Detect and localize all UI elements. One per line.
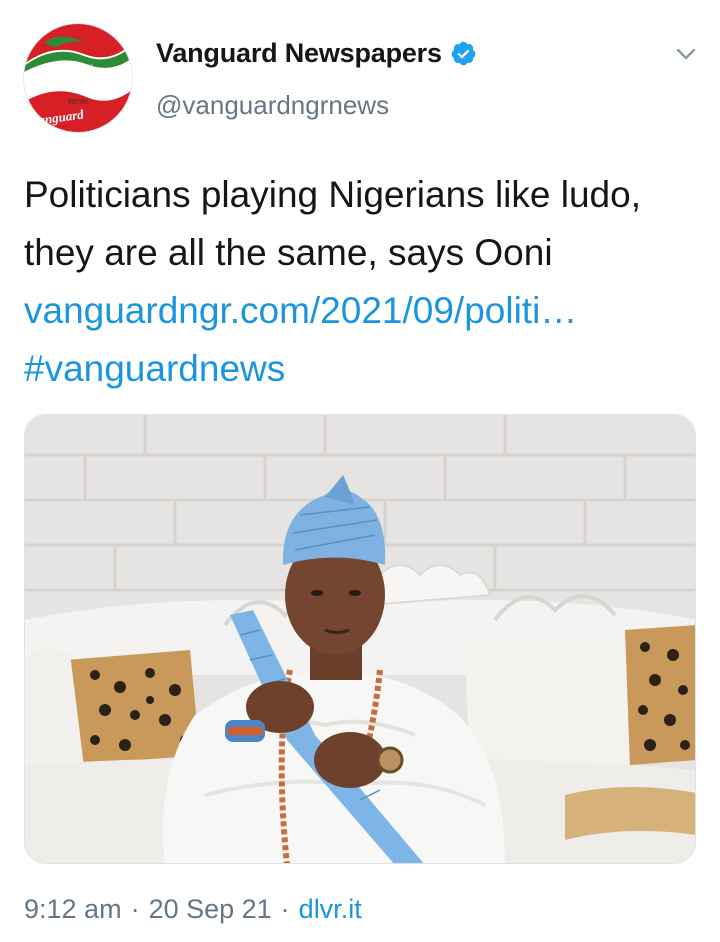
tweet-time[interactable]: 9:12 am <box>24 894 122 925</box>
avatar-image: HAPPY INDEPENDENCE DAY FROM Vanguard <box>24 24 132 132</box>
tweet-source-link[interactable]: dlvr.it <box>299 894 362 925</box>
display-name[interactable]: Vanguard Newspapers <box>156 38 442 69</box>
avatar-line-day: DAY <box>69 83 88 93</box>
tweet-link[interactable]: vanguardngr.com/2021/09/politi… <box>24 290 577 331</box>
meta-separator: · <box>130 894 140 924</box>
avatar-line-happy: HAPPY <box>63 63 93 73</box>
tweet-text: Politicians playing Nigerians like ludo,… <box>24 166 696 398</box>
tweet-meta: 9:12 am · 20 Sep 21 · dlvr.it <box>24 894 362 925</box>
chevron-down-icon[interactable] <box>672 40 700 68</box>
avatar-line-independence: INDEPENDENCE <box>44 73 113 83</box>
tweet-media-image[interactable] <box>24 414 696 864</box>
user-handle[interactable]: @vanguardngrnews <box>156 90 389 121</box>
profile-avatar[interactable]: HAPPY INDEPENDENCE DAY FROM Vanguard <box>24 24 132 132</box>
hashtag-link[interactable]: #vanguardnews <box>24 348 285 389</box>
photo-ooni <box>25 415 695 863</box>
meta-separator-2: · <box>280 894 290 924</box>
tweet-date[interactable]: 20 Sep 21 <box>149 894 272 925</box>
avatar-line-from: FROM <box>68 98 89 106</box>
verified-badge-icon <box>451 41 476 66</box>
tweet-body-text: Politicians playing Nigerians like ludo,… <box>24 174 641 273</box>
author-name-row[interactable]: Vanguard Newspapers <box>156 38 477 69</box>
